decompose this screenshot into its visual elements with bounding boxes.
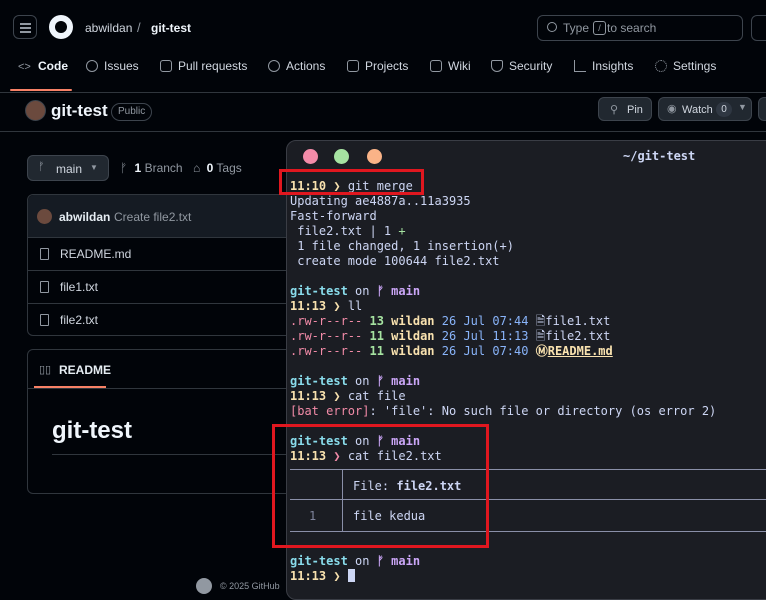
search-key-hint: / (593, 21, 606, 35)
repo-name[interactable]: git-test (51, 101, 108, 121)
pin-button[interactable]: ⚲ Pin (598, 97, 652, 121)
terminal-title: ~/git-test (623, 149, 696, 163)
ls-row: .rw-r--r-- 11 wildan 26 Jul 07:40 ⓂREADM… (290, 344, 613, 358)
commit-author[interactable]: abwildan (59, 210, 110, 224)
terminal-line: Fast-forward (290, 209, 377, 223)
repo-nav: <> Code Issues Pull requests Actions Proj… (0, 53, 766, 92)
file-icon (40, 314, 49, 326)
terminal-line: create mode 100644 file2.txt (290, 254, 500, 268)
tab-issues[interactable]: Issues (86, 53, 139, 79)
menu-button[interactable] (13, 15, 37, 39)
tab-actions[interactable]: Actions (268, 53, 325, 79)
path-separator: / (137, 20, 141, 35)
terminal-prompt: git-test on ᚠ main (290, 554, 421, 568)
owner-avatar[interactable] (25, 100, 46, 121)
branch-icon: ᚠ (120, 161, 128, 175)
readme-panel: ▯▯ README git-test (27, 349, 297, 494)
active-tab-indicator (10, 89, 72, 91)
file-icon (40, 248, 49, 260)
table-icon (347, 60, 359, 72)
tab-pull-requests[interactable]: Pull requests (160, 53, 247, 79)
copilot-button[interactable] (751, 15, 766, 41)
terminal-cursor (347, 569, 355, 582)
eye-icon: ◉ (667, 103, 677, 115)
tab-insights[interactable]: Insights (574, 53, 633, 79)
tab-projects[interactable]: Projects (347, 53, 408, 79)
maximize-window-button[interactable] (367, 149, 382, 164)
pull-request-icon (160, 60, 172, 72)
highlight-box-git-merge (279, 169, 424, 195)
branch-select[interactable]: ᚠ main ▼ (27, 155, 109, 181)
gear-icon (655, 60, 667, 72)
search-icon (547, 22, 557, 32)
tab-code[interactable]: <> Code (18, 53, 68, 79)
repo-link[interactable]: git-test (151, 21, 191, 35)
terminal-line: file2.txt | 1 + (290, 224, 406, 238)
pin-icon: ⚲ (610, 104, 619, 116)
ls-row: .rw-r--r-- 11 wildan 26 Jul 11:13 🗎file2… (290, 329, 611, 343)
chevron-down-icon: ▼ (738, 102, 747, 112)
github-footer-logo-icon (196, 578, 212, 594)
fork-button[interactable] (758, 97, 766, 121)
search-input[interactable]: Type / to search (537, 15, 743, 41)
tag-count-link[interactable]: ⌂ 0 Tags (193, 161, 242, 175)
graph-icon (574, 60, 586, 72)
ls-row: .rw-r--r-- 13 wildan 26 Jul 07:44 🗎file1… (290, 314, 611, 328)
visibility-badge: Public (111, 103, 153, 121)
code-icon: <> (18, 61, 31, 73)
github-logo-icon[interactable] (49, 15, 73, 39)
highlight-box-cat-output (272, 424, 489, 548)
terminal-input-line[interactable]: 11:13 ❯ (290, 569, 355, 584)
footer-text: © 2025 GitHub (220, 581, 280, 591)
commit-message[interactable]: Create file2.txt (114, 210, 191, 224)
file-icon (40, 281, 49, 293)
watch-count: 0 (716, 102, 732, 117)
repo-title-row: git-test Public ⚲ Pin ◉ Watch 0 ▼ (0, 92, 766, 132)
github-header: abwildan / git-test Type / to search <> C… (0, 0, 766, 93)
divider (28, 388, 296, 389)
tab-wiki[interactable]: Wiki (430, 53, 471, 79)
book-icon: ▯▯ (39, 364, 52, 376)
divider (52, 454, 296, 455)
owner-link[interactable]: abwildan (85, 21, 132, 35)
tag-icon: ⌂ (193, 161, 201, 175)
terminal-error-line: [bat error]: 'file': No such file or dir… (290, 404, 717, 418)
tab-settings[interactable]: Settings (655, 53, 716, 79)
tab-readme[interactable]: README (59, 363, 111, 377)
readme-heading: git-test (52, 417, 132, 444)
tab-security[interactable]: Security (491, 53, 552, 79)
close-window-button[interactable] (303, 149, 318, 164)
branch-count-link[interactable]: ᚠ 1 Branch (120, 161, 183, 175)
divider (0, 131, 766, 132)
watch-button[interactable]: ◉ Watch 0 ▼ (658, 97, 752, 121)
author-avatar[interactable] (37, 209, 52, 224)
latest-commit-bar: abwildan Create file2.txt (28, 195, 296, 237)
list-item[interactable]: file1.txt (27, 270, 297, 303)
list-item[interactable]: README.md (27, 237, 297, 270)
book-icon (430, 60, 442, 72)
terminal-prompt: git-test on ᚠ main (290, 374, 421, 388)
terminal-line: Updating ae4887a..11a3935 (290, 194, 471, 208)
branch-icon: ᚠ (38, 161, 45, 173)
issue-icon (86, 60, 98, 72)
play-icon (268, 60, 280, 72)
chevron-down-icon: ▼ (90, 163, 98, 172)
minimize-window-button[interactable] (334, 149, 349, 164)
list-item[interactable]: file2.txt (27, 303, 297, 336)
terminal-line: 1 file changed, 1 insertion(+) (290, 239, 514, 253)
shield-icon (491, 60, 503, 72)
terminal-line: 11:13 ❯ ll (290, 299, 363, 313)
terminal-line: 11:13 ❯ cat file (290, 389, 406, 403)
terminal-prompt: git-test on ᚠ main (290, 284, 421, 298)
